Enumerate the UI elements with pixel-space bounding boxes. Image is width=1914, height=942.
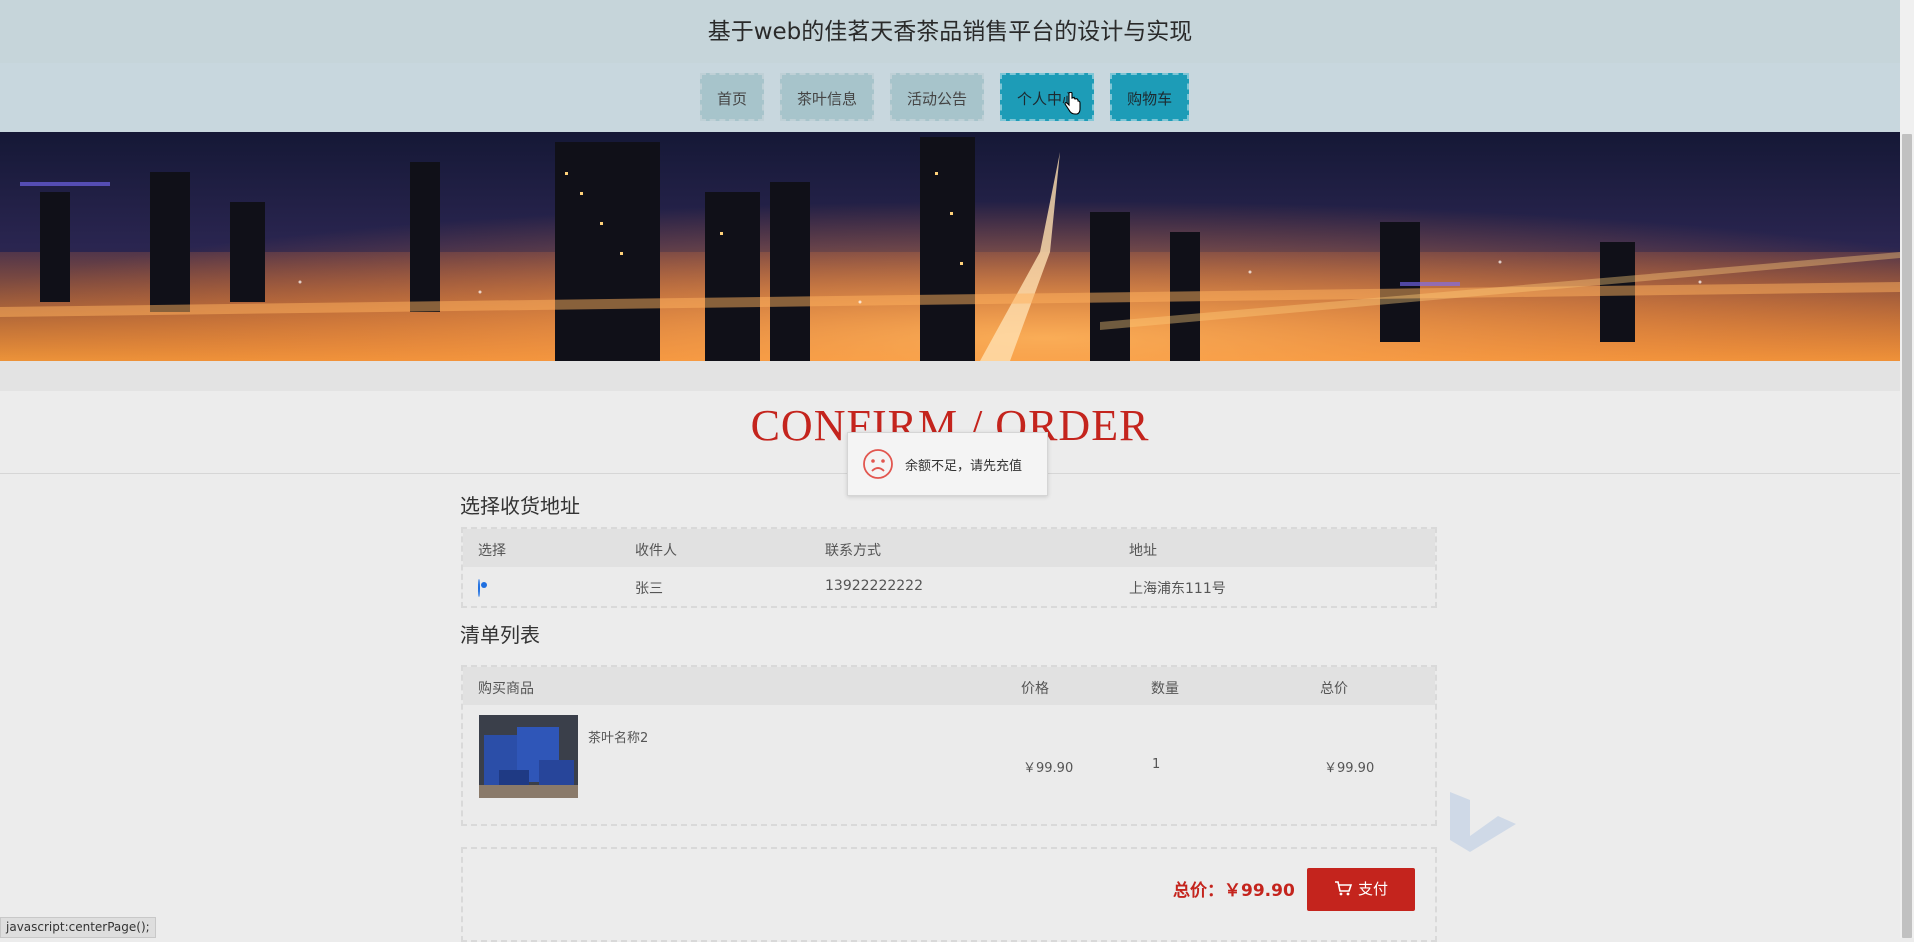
toast-message: 余额不足，请先充值 (847, 432, 1048, 496)
nav-home[interactable]: 首页 (700, 73, 765, 121)
pay-button-label: 支付 (1357, 880, 1388, 898)
product-name[interactable]: 茶叶名称2 (588, 727, 648, 746)
address-table-header: 选择 收件人 联系方式 地址 (463, 529, 1435, 567)
col-total: 总价 (1320, 681, 1348, 697)
col-phone: 联系方式 (825, 543, 881, 559)
col-recipient: 收件人 (635, 543, 677, 559)
scrollbar-thumb[interactable] (1902, 134, 1912, 938)
recipient-phone: 13922222222 (825, 578, 923, 594)
browser-status-bar: javascript:centerPage(); (0, 917, 156, 938)
sad-face-icon (863, 449, 893, 479)
order-table-header: 购买商品 价格 数量 总价 (463, 667, 1435, 705)
address-radio[interactable] (478, 579, 480, 597)
product-qty: 1 (1152, 757, 1161, 772)
address-row: 张三 13922222222 上海浦东111号 (463, 567, 1435, 606)
col-qty: 数量 (1151, 681, 1179, 697)
order-table: 购买商品 价格 数量 总价 茶叶名称2 ￥99.90 1 ￥99.90 (461, 665, 1437, 826)
watermark-logo-icon (1450, 792, 1516, 852)
address-section-title: 选择收货地址 (460, 494, 580, 518)
site-title: 基于web的佳茗天香茶品销售平台的设计与实现 (707, 19, 1193, 45)
order-section-title: 清单列表 (460, 623, 540, 647)
nav-announcements[interactable]: 活动公告 (890, 73, 985, 121)
page: 基于web的佳茗天香茶品销售平台的设计与实现 首页 茶叶信息 活动公告 个人中心… (0, 0, 1900, 942)
product-thumbnail[interactable] (479, 715, 578, 798)
product-total: ￥99.90 (1324, 761, 1375, 776)
main-nav: 首页 茶叶信息 活动公告 个人中心 购物车 (0, 63, 1900, 132)
order-row: 茶叶名称2 ￥99.90 1 ￥99.90 (463, 705, 1435, 824)
toast-text: 余额不足，请先充值 (905, 459, 1023, 474)
col-price: 价格 (1021, 681, 1049, 697)
order-total: 总价：￥99.90 (1173, 881, 1295, 901)
product-price: ￥99.90 (1023, 761, 1074, 776)
page-scrollbar[interactable] (1900, 0, 1914, 938)
nav-cart[interactable]: 购物车 (1110, 73, 1190, 121)
col-address: 地址 (1129, 543, 1157, 559)
col-select: 选择 (478, 543, 506, 559)
banner-bottom-strip (0, 361, 1900, 391)
cart-icon (1334, 881, 1353, 896)
site-header: 基于web的佳茗天香茶品销售平台的设计与实现 (0, 0, 1900, 63)
nav-tea-info[interactable]: 茶叶信息 (780, 73, 875, 121)
recipient-address: 上海浦东111号 (1129, 581, 1226, 597)
city-night-banner (0, 132, 1900, 361)
recipient-name: 张三 (635, 581, 663, 597)
address-table: 选择 收件人 联系方式 地址 张三 13922222222 上海浦东111号 (461, 527, 1437, 608)
hand-cursor-icon (1064, 92, 1081, 115)
pay-button[interactable]: 支付 (1307, 868, 1415, 911)
col-product: 购买商品 (478, 681, 534, 697)
